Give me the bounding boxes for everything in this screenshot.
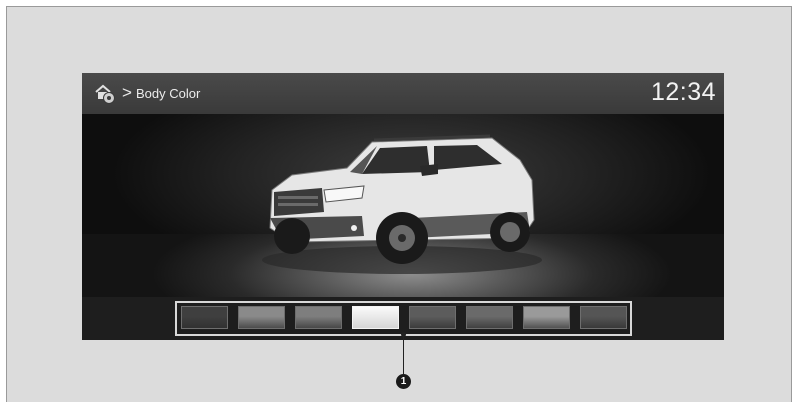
vehicle-preview bbox=[82, 114, 724, 297]
header-bar: > Body Color 12:34 bbox=[82, 73, 724, 114]
display-screen: > Body Color 12:34 bbox=[82, 73, 724, 340]
color-swatch[interactable] bbox=[409, 306, 456, 329]
suv-vehicle-image bbox=[262, 134, 542, 274]
page-title: Body Color bbox=[136, 86, 201, 101]
color-swatch[interactable] bbox=[181, 306, 228, 329]
home-settings-icon[interactable] bbox=[94, 83, 118, 105]
breadcrumb-chevron: > bbox=[122, 83, 132, 102]
color-swatch[interactable] bbox=[580, 306, 627, 329]
callout-number-badge: 1 bbox=[396, 374, 411, 389]
color-swatch[interactable] bbox=[523, 306, 570, 329]
color-swatch[interactable] bbox=[238, 306, 285, 329]
color-swatch[interactable] bbox=[352, 306, 399, 329]
callout-line bbox=[403, 334, 404, 374]
color-swatch[interactable] bbox=[295, 306, 342, 329]
clock: 12:34 bbox=[650, 78, 716, 106]
color-swatch[interactable] bbox=[466, 306, 513, 329]
